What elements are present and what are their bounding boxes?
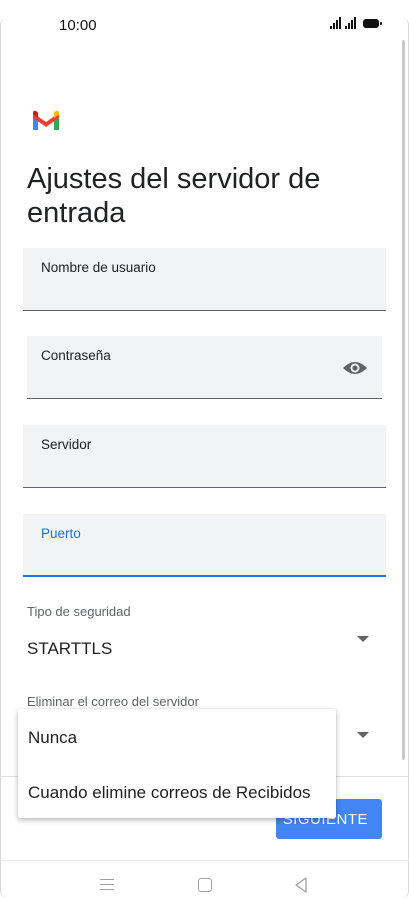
nav-menu-icon[interactable] [100, 879, 114, 891]
password-field[interactable]: Contraseña [27, 336, 382, 399]
port-field[interactable]: Puerto [23, 514, 386, 577]
battery-icon [363, 18, 382, 28]
status-icons [330, 17, 382, 29]
username-field[interactable]: Nombre de usuario [23, 248, 386, 311]
scrollbar[interactable] [402, 40, 405, 760]
navigation-bar [0, 860, 409, 911]
server-label: Servidor [41, 437, 92, 452]
security-type-label: Tipo de seguridad [27, 604, 131, 619]
server-field[interactable]: Servidor [23, 425, 386, 488]
menu-item-nunca[interactable]: Nunca [28, 728, 77, 748]
nav-home-icon[interactable] [198, 878, 212, 892]
nav-back-icon[interactable] [294, 877, 308, 893]
port-label: Puerto [41, 526, 81, 541]
status-bar: 10:00 [0, 0, 409, 50]
eye-icon[interactable] [342, 360, 368, 376]
signal-icon [330, 17, 341, 29]
delete-from-server-label: Eliminar el correo del servidor [27, 694, 199, 709]
dropdown-arrow-icon[interactable] [357, 732, 369, 738]
dropdown-arrow-icon[interactable] [357, 636, 369, 642]
gmail-logo [33, 110, 59, 130]
username-label: Nombre de usuario [41, 260, 156, 275]
password-label: Contraseña [41, 348, 111, 363]
menu-item-cuando-elimine[interactable]: Cuando elimine correos de Recibidos [28, 783, 311, 803]
status-time: 10:00 [59, 17, 97, 34]
device-frame-left [0, 18, 7, 898]
delete-option-menu: Nunca Cuando elimine correos de Recibido… [18, 709, 336, 818]
signal-icon-2 [345, 17, 356, 29]
page-title: Ajustes del servidor de entrada [27, 163, 321, 229]
security-type-select[interactable]: STARTTLS [27, 639, 112, 659]
